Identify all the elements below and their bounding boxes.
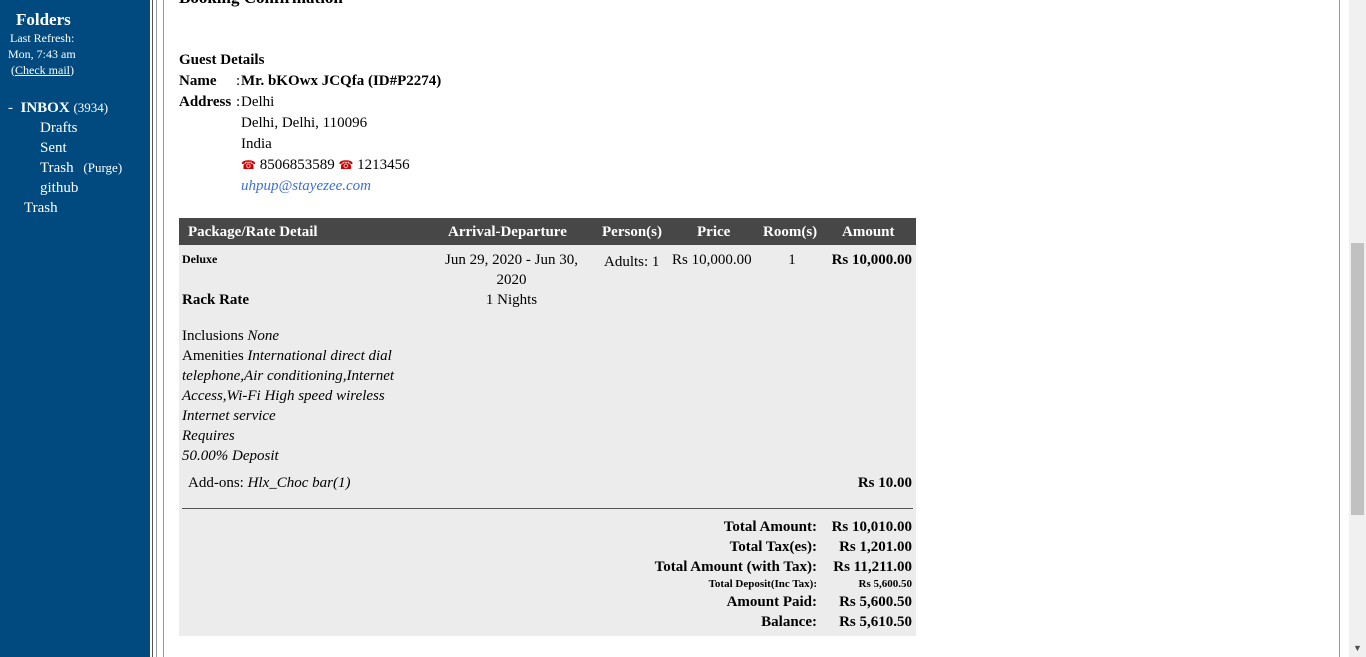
total-deposit-label: Total Deposit(Inc Tax): bbox=[708, 578, 817, 590]
col-amount: Amount bbox=[842, 224, 895, 240]
frame-line bbox=[163, 0, 164, 657]
name-label: Name bbox=[179, 73, 217, 89]
frame-line bbox=[156, 0, 157, 657]
col-package: Package/Rate Detail bbox=[188, 224, 318, 240]
phone-icon: ☎ bbox=[338, 158, 354, 172]
amenities-line-3: Access,Wi-Fi High speed wireless bbox=[182, 388, 385, 404]
rate-name: Rack Rate bbox=[182, 292, 250, 308]
check-mail-link[interactable]: Check mail bbox=[15, 63, 70, 77]
totals-divider bbox=[182, 508, 913, 509]
folder-trash-sub[interactable]: Trash (Purge) bbox=[40, 160, 122, 177]
phone-line: ☎ 8506853589 ☎ 1213456 bbox=[241, 157, 410, 174]
amenities-line-2: telephone,Air conditioning,Internet bbox=[182, 368, 395, 384]
amount-paid: Rs 5,600.50 bbox=[839, 594, 912, 610]
guest-details-title: Guest Details bbox=[179, 52, 265, 68]
deposit-text: 50.00% Deposit bbox=[182, 448, 279, 464]
total-tax-label: Total Tax(es): bbox=[729, 539, 817, 555]
inbox-label[interactable]: INBOX bbox=[21, 100, 70, 116]
content-right-border bbox=[1339, 0, 1340, 657]
balance-label: Balance: bbox=[761, 614, 817, 630]
folder-inbox[interactable]: - INBOX (3934) bbox=[8, 100, 108, 117]
booking-table: Package/Rate Detail Arrival-Departure Pe… bbox=[179, 218, 916, 636]
dates-line-2: 2020 bbox=[496, 272, 527, 288]
total-amount-label: Total Amount: bbox=[723, 519, 817, 535]
message-body: Booking Confirmation Guest Details Name … bbox=[179, 0, 1329, 657]
address-line-3: India bbox=[241, 136, 272, 152]
amenities-line-1: Amenities International direct dial bbox=[182, 348, 392, 364]
trash-sub-label[interactable]: Trash bbox=[40, 160, 74, 176]
col-persons: Person(s) bbox=[602, 224, 662, 240]
total-with-tax: Rs 11,211.00 bbox=[833, 559, 912, 575]
frame-line bbox=[152, 0, 153, 657]
folder-trash[interactable]: Trash bbox=[24, 200, 58, 217]
address-label: Address bbox=[179, 94, 232, 110]
last-refresh-time: Mon, 7:43 am bbox=[8, 47, 76, 61]
booking-heading: Booking Confirmation bbox=[179, 0, 343, 8]
folder-github[interactable]: github bbox=[40, 180, 78, 197]
phone-icon: ☎ bbox=[241, 158, 256, 172]
requires-label: Requires bbox=[182, 428, 235, 444]
col-price: Price bbox=[697, 224, 731, 240]
address-line-2: Delhi, Delhi, 110096 bbox=[241, 115, 368, 131]
folder-drafts[interactable]: Drafts bbox=[40, 120, 78, 137]
folders-title: Folders bbox=[16, 10, 71, 29]
name-colon: : bbox=[236, 73, 241, 89]
guest-name: Mr. bKOwx JCQfa (ID#P2274) bbox=[241, 73, 442, 89]
rooms: 1 bbox=[788, 252, 796, 268]
folder-sent[interactable]: Sent bbox=[40, 140, 67, 157]
table-header: Package/Rate Detail Arrival-Departure Pe… bbox=[179, 218, 916, 245]
balance: Rs 5,610.50 bbox=[839, 614, 912, 630]
address-line-1: Delhi bbox=[241, 94, 275, 110]
price: Rs 10,000.00 bbox=[672, 252, 752, 268]
total-deposit: Rs 5,600.50 bbox=[858, 578, 912, 590]
amount-paid-label: Amount Paid: bbox=[726, 594, 817, 610]
persons: Adults: 1 bbox=[604, 254, 660, 270]
last-refresh-label: Last Refresh: bbox=[10, 31, 75, 45]
total-amount: Rs 10,010.00 bbox=[831, 519, 912, 535]
guest-email-link[interactable]: uhpup@stayezee.com bbox=[241, 178, 371, 195]
check-mail-wrapper: (Check mail) bbox=[11, 63, 74, 77]
total-with-tax-label: Total Amount (with Tax): bbox=[654, 559, 817, 575]
col-arrival-departure: Arrival-Departure bbox=[448, 224, 567, 240]
vertical-scrollbar[interactable]: ▼ bbox=[1349, 0, 1366, 657]
folder-sidebar: Folders Last Refresh: Mon, 7:43 am (Chec… bbox=[0, 0, 150, 657]
chevron-down-icon[interactable]: ▼ bbox=[1349, 640, 1366, 657]
dates-line-1: Jun 29, 2020 - Jun 30, bbox=[445, 252, 578, 268]
amenities-line-4: Internet service bbox=[182, 408, 276, 424]
frame-separator bbox=[150, 0, 166, 657]
col-rooms: Room(s) bbox=[763, 224, 818, 240]
address-colon: : bbox=[236, 94, 241, 110]
phone-2: 1213456 bbox=[357, 157, 410, 173]
inbox-count: (3934) bbox=[73, 100, 109, 115]
nights: 1 Nights bbox=[485, 292, 538, 308]
collapse-toggle[interactable]: - bbox=[8, 100, 13, 116]
total-tax: Rs 1,201.00 bbox=[839, 539, 912, 555]
purge-link[interactable]: (Purge) bbox=[83, 160, 122, 175]
addons-amount: Rs 10.00 bbox=[857, 475, 912, 491]
phone-1: 8506853589 bbox=[259, 157, 335, 173]
addons: Add-ons: Hlx_Choc bar(1) bbox=[188, 475, 351, 491]
scrollbar-thumb[interactable] bbox=[1351, 243, 1364, 515]
amount: Rs 10,000.00 bbox=[831, 252, 912, 268]
inclusions: Inclusions None bbox=[182, 328, 280, 344]
room-type: Deluxe bbox=[182, 252, 218, 266]
